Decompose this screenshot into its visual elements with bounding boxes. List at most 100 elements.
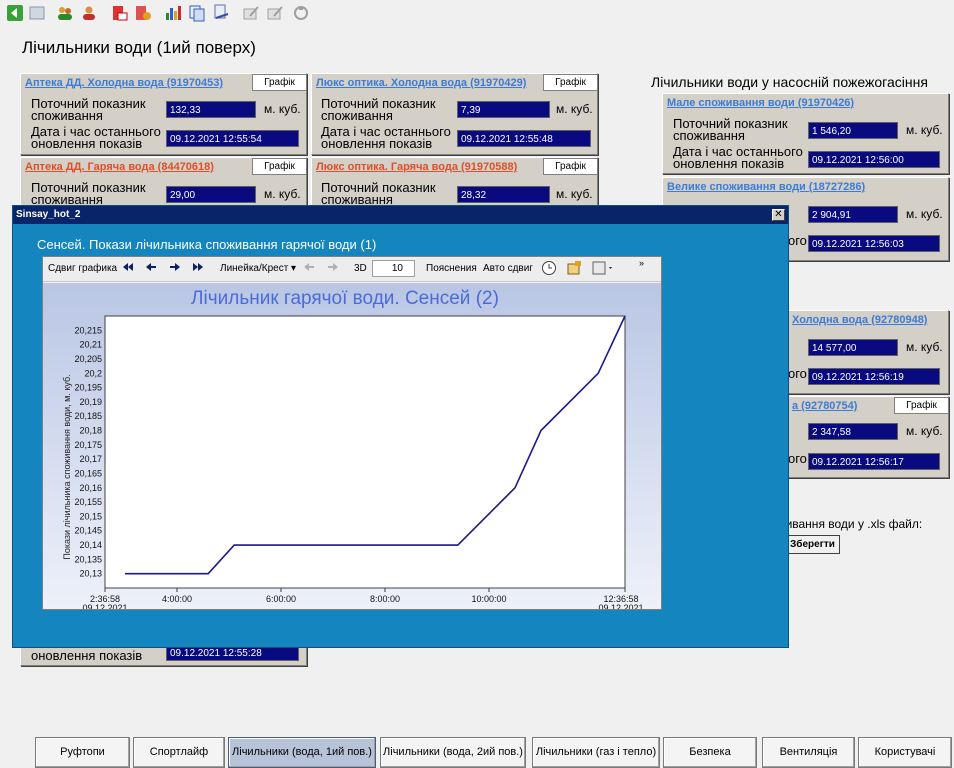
nav-security[interactable]: Безпека xyxy=(663,737,757,768)
edit-disabled-icon[interactable] xyxy=(266,4,284,22)
consumption-label: Поточний показник споживання xyxy=(31,96,146,123)
consumption-label: Поточний показник споживання xyxy=(321,180,436,207)
date-value: 09.12.2021 12:56:03 xyxy=(808,235,940,252)
y-tick-label: 20,2 xyxy=(84,368,102,378)
chart-svg: Лічильник гарячої води. Сенсей (2) Показ… xyxy=(43,283,661,613)
properties-icon[interactable] xyxy=(566,260,582,279)
graph-button[interactable]: Графік xyxy=(543,158,598,175)
meter-panel: Аптека ДД. Холодна вода (91970453) Графі… xyxy=(20,73,307,155)
ruler-dropdown[interactable]: Линейка/Крест ▾ xyxy=(220,263,296,274)
document-icon[interactable] xyxy=(28,4,46,22)
meter-title-link[interactable]: Мале споживання води (91970426) xyxy=(667,97,854,109)
meter-title-link[interactable]: Велике споживання води (18727286) xyxy=(667,181,865,193)
consumption-value: 2 347,58 xyxy=(808,423,898,440)
close-button[interactable]: ✕ xyxy=(772,209,785,221)
meter-title-link[interactable]: Аптека ДД. Холодна вода (91970453) xyxy=(25,77,223,89)
graph-button[interactable]: Графік xyxy=(894,397,949,414)
consumption-value: 132,33 xyxy=(166,101,256,118)
users-icon[interactable] xyxy=(56,4,74,22)
date-value: 09.12.2021 12:55:48 xyxy=(457,130,591,147)
x-tick-label: 6:00:00 xyxy=(266,594,296,604)
nav-sportlife[interactable]: Спортлайф xyxy=(133,737,225,768)
y-tick-label: 20,205 xyxy=(74,354,102,364)
date-label-fragment: ого xyxy=(788,366,807,381)
save-button[interactable]: Зберегти xyxy=(785,535,840,554)
user-icon[interactable] xyxy=(80,4,98,22)
notes-button[interactable]: Пояснения xyxy=(426,263,477,274)
back-arrow-icon[interactable] xyxy=(6,4,24,22)
date-label-fragment: ого xyxy=(788,233,807,248)
popup-title-bar[interactable]: Sinsay_hot_2 xyxy=(13,206,788,224)
auto-shift-button[interactable]: Авто сдвиг xyxy=(483,263,533,274)
meter-title-link[interactable]: а (92780754) xyxy=(792,400,857,412)
prev-disabled-icon[interactable] xyxy=(302,260,316,277)
pump-section-title: Лічильники води у насосній пожежогасіння xyxy=(651,74,928,90)
back-icon[interactable] xyxy=(144,260,158,277)
x-tick-date-label: 09.12.2021 xyxy=(82,603,127,609)
nav-water-2nd-floor[interactable]: Лічильники (вода, 2ий пов.) xyxy=(380,737,526,768)
edit-icon[interactable] xyxy=(242,4,260,22)
export-label: оживання води у .xls файл: xyxy=(771,517,923,531)
graph-button[interactable]: Графік xyxy=(252,158,307,175)
delete-icon[interactable] xyxy=(110,4,128,22)
shift-chart-label: Сдвиг графика xyxy=(48,263,118,274)
consumption-value: 7,39 xyxy=(457,101,550,118)
meter-panel: Мале споживання води (91970426) Поточний… xyxy=(662,93,949,174)
y-tick-label: 20,19 xyxy=(79,397,102,407)
graph-button[interactable]: Графік xyxy=(543,74,598,91)
meter-panel: Люкс оптика. Холодна вода (91970429) Гра… xyxy=(311,73,598,155)
y-tick-label: 20,215 xyxy=(74,325,102,335)
unit-label: м. куб. xyxy=(556,187,593,201)
y-tick-label: 20,175 xyxy=(74,440,102,450)
chart-toolbar: Сдвиг графика Линейка/Крест ▾ 3D 10 Пояс… xyxy=(43,257,661,282)
consumption-value: 28,32 xyxy=(457,186,550,203)
consumption-value: 1 546,20 xyxy=(808,122,898,139)
unit-label: м. куб. xyxy=(906,424,943,438)
overflow-icon[interactable]: » xyxy=(639,258,644,268)
refresh-icon[interactable] xyxy=(292,4,310,22)
nav-water-1st-floor[interactable]: Лічильники (вода, 1ий пов.) xyxy=(228,737,376,768)
depth-stepper[interactable]: 10 xyxy=(372,260,415,277)
consumption-value: 29,00 xyxy=(166,186,256,203)
y-tick-label: 20,145 xyxy=(74,526,102,536)
nav-gas-heat[interactable]: Лічильники (газ і тепло) xyxy=(532,737,660,768)
date-label: Дата і час останнього оновлення показів xyxy=(31,124,161,151)
export-dropdown-icon[interactable] xyxy=(591,260,615,279)
unit-label: м. куб. xyxy=(264,102,301,116)
print-icon[interactable] xyxy=(212,4,230,22)
forward-icon[interactable] xyxy=(168,260,182,277)
meter-title-link[interactable]: Люкс оптика. Гаряча вода (91970588) xyxy=(316,161,517,173)
meter-title-link[interactable]: Аптека ДД. Гаряча вода (84470618) xyxy=(25,161,214,173)
y-tick-label: 20,21 xyxy=(79,340,102,350)
copy-icon[interactable] xyxy=(188,4,206,22)
graph-button[interactable]: Графік xyxy=(252,74,307,91)
unit-label: м. куб. xyxy=(906,340,943,354)
fast-back-icon[interactable] xyxy=(121,260,135,277)
y-tick-label: 20,16 xyxy=(79,483,102,493)
nav-ventilation[interactable]: Вентиляція xyxy=(762,737,855,768)
meter-title-link[interactable]: Холодна вода (92780948) xyxy=(792,314,927,326)
3d-toggle[interactable]: 3D xyxy=(354,263,367,274)
nav-rooftops[interactable]: Руфтопи xyxy=(35,737,130,768)
y-tick-label: 20,195 xyxy=(74,383,102,393)
next-disabled-icon[interactable] xyxy=(326,260,340,277)
y-tick-label: 20,14 xyxy=(79,540,102,550)
date-label: Дата і час останнього оновлення показів xyxy=(321,124,451,151)
x-tick-label: 8:00:00 xyxy=(370,594,400,604)
toolbar xyxy=(0,0,954,27)
meter-panel: Люкс оптика. Гаряча вода (91970588) Граф… xyxy=(311,157,598,209)
y-tick-label: 20,15 xyxy=(79,511,102,521)
clock-icon[interactable] xyxy=(541,260,557,279)
consumption-label: Поточний показник споживання xyxy=(31,180,146,207)
settings-icon[interactable] xyxy=(134,4,152,22)
page-title: Лічильники води (1ий поверх) xyxy=(22,38,256,57)
date-value: 09.12.2021 12:56:19 xyxy=(808,368,940,385)
x-tick-label: 4:00:00 xyxy=(162,594,192,604)
unit-label: м. куб. xyxy=(906,207,943,221)
meter-title-link[interactable]: Люкс оптика. Холодна вода (91970429) xyxy=(316,77,526,89)
nav-users[interactable]: Користувачі xyxy=(858,737,952,768)
y-tick-label: 20,165 xyxy=(74,468,102,478)
fast-forward-icon[interactable] xyxy=(191,260,205,277)
date-label: оновлення показів xyxy=(31,648,143,663)
bar-chart-icon[interactable] xyxy=(164,4,182,22)
